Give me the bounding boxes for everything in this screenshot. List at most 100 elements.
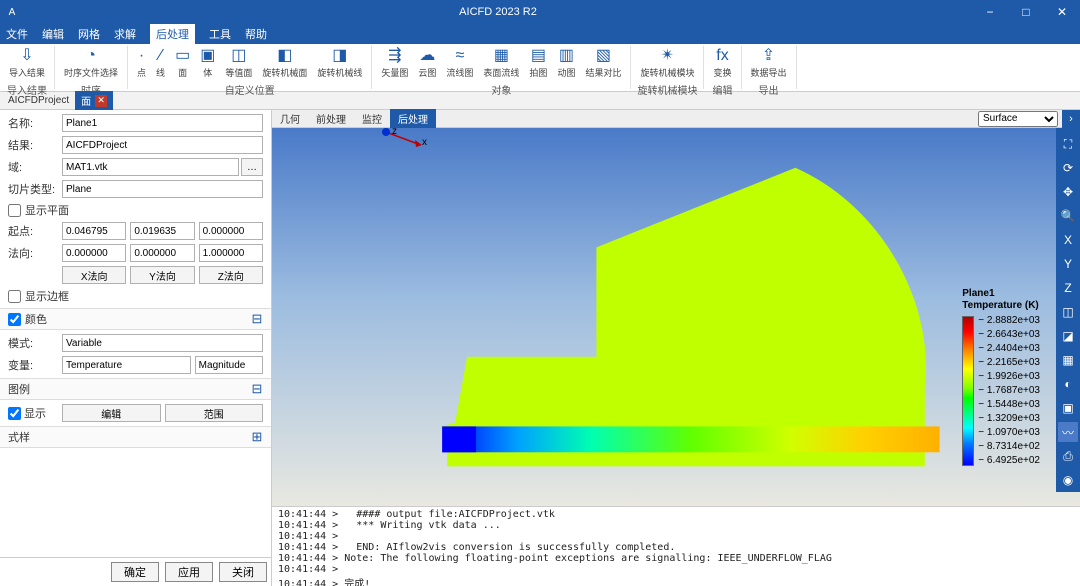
- screenshot-icon[interactable]: ⎙: [1058, 446, 1078, 466]
- pan-icon[interactable]: ✥: [1058, 182, 1078, 202]
- collapse-icon[interactable]: ⊟: [249, 311, 265, 327]
- console[interactable]: 10:41:44 > #### output file:AICFDProject…: [272, 506, 1080, 586]
- name-input[interactable]: [62, 114, 263, 132]
- legend-tick: − 1.9926e+03: [978, 372, 1040, 382]
- color-section-label: 颜色: [25, 311, 249, 327]
- hide-sidebar-button[interactable]: ›: [1062, 110, 1080, 128]
- variable-label: 变量:: [8, 357, 62, 373]
- fit-view-icon[interactable]: ⛶: [1058, 134, 1078, 154]
- menu-file[interactable]: 文件: [6, 26, 28, 42]
- slicetype-input[interactable]: [62, 180, 263, 198]
- display-mode-dropdown[interactable]: Surface: [978, 111, 1058, 127]
- normal-label: 法向:: [8, 245, 62, 261]
- ribbon-动图[interactable]: ▥动图: [552, 46, 580, 81]
- ribbon-点[interactable]: ·点: [132, 46, 151, 81]
- apply-button[interactable]: 应用: [165, 562, 213, 582]
- color-section[interactable]: 颜色 ⊟: [0, 308, 271, 330]
- rotate-icon[interactable]: ⟳: [1058, 158, 1078, 178]
- ribbon-体[interactable]: ▣体: [195, 46, 220, 81]
- z-axis-button[interactable]: Z法向: [199, 266, 263, 284]
- tab-monitor[interactable]: 监控: [354, 109, 390, 128]
- ribbon-面[interactable]: ▭面: [170, 46, 195, 81]
- ribbon-表面流线[interactable]: ▦表面流线: [478, 46, 524, 81]
- ribbon-云图[interactable]: ☁云图: [413, 46, 441, 81]
- project-tab-label[interactable]: AICFDProject: [2, 93, 75, 108]
- mode-input[interactable]: [62, 334, 263, 352]
- normal-y-input[interactable]: [130, 244, 194, 262]
- origin-x-input[interactable]: [62, 222, 126, 240]
- ribbon-拍图[interactable]: ▤拍图: [524, 46, 552, 81]
- ok-button[interactable]: 确定: [111, 562, 159, 582]
- ribbon-group-label: 自定义位置: [225, 82, 275, 97]
- yview-icon[interactable]: Y: [1058, 254, 1078, 274]
- color-checkbox[interactable]: [8, 313, 21, 326]
- expand-icon[interactable]: ⊞: [249, 429, 265, 445]
- result-input[interactable]: [62, 136, 263, 154]
- menu-solve[interactable]: 求解: [114, 26, 136, 42]
- shaded-icon[interactable]: ◐: [1058, 374, 1078, 394]
- domain-input[interactable]: [62, 158, 239, 176]
- legend-section-label: 图例: [0, 381, 249, 397]
- normal-z-input[interactable]: [199, 244, 263, 262]
- y-axis-button[interactable]: Y法向: [130, 266, 194, 284]
- legend-variable: Temperature (K): [962, 300, 1040, 312]
- menu-mesh[interactable]: 网格: [78, 26, 100, 42]
- tab-preprocess[interactable]: 前处理: [308, 109, 354, 128]
- camera-icon[interactable]: ◉: [1058, 470, 1078, 490]
- zview-icon[interactable]: Z: [1058, 278, 1078, 298]
- ribbon-导入结果[interactable]: ⇩导入结果: [4, 46, 50, 81]
- zoom-icon[interactable]: 🔍: [1058, 206, 1078, 226]
- minimize-button[interactable]: −: [972, 0, 1008, 24]
- plot-icon[interactable]: 〰: [1058, 422, 1078, 442]
- viewport[interactable]: y x z Plane1 Temperature (K) − 2.8882e+0…: [272, 128, 1080, 506]
- ribbon-时序文件选择[interactable]: ◔时序文件选择: [59, 46, 123, 81]
- xview-icon[interactable]: X: [1058, 230, 1078, 250]
- domain-browse-button[interactable]: …: [241, 158, 263, 176]
- ribbon-等值面[interactable]: ◫等值面: [220, 46, 257, 81]
- maximize-button[interactable]: □: [1008, 0, 1044, 24]
- show-legend-checkbox[interactable]: [8, 407, 21, 420]
- ribbon-旋转机械模块[interactable]: ✴旋转机械模块: [635, 46, 699, 81]
- style-section[interactable]: 式样 ⊞: [0, 426, 271, 448]
- ribbon-group-label: 对象: [491, 82, 511, 97]
- x-axis-button[interactable]: X法向: [62, 266, 126, 284]
- ribbon-旋转机械面[interactable]: ◧旋转机械面: [257, 46, 312, 81]
- showplane-checkbox[interactable]: [8, 204, 21, 217]
- close-panel-button[interactable]: 关闭: [219, 562, 267, 582]
- tab-geometry[interactable]: 几何: [272, 109, 308, 128]
- ribbon-变换[interactable]: fx变换: [708, 46, 736, 81]
- perspective-icon[interactable]: ◪: [1058, 326, 1078, 346]
- menu-postprocess[interactable]: 后处理: [150, 24, 195, 44]
- menu-help[interactable]: 帮助: [245, 26, 267, 42]
- project-subtab[interactable]: 面 ✕: [75, 91, 113, 110]
- side-toolbar: ⛶ ⟳ ✥ 🔍 X Y Z ◫ ◪ ▦ ◐ ▣ 〰 ⎙ ◉: [1056, 128, 1080, 492]
- legend-section[interactable]: 图例 ⊟: [0, 378, 271, 400]
- ribbon-流线图[interactable]: ≈流线图: [441, 46, 478, 81]
- collapse-icon[interactable]: ⊟: [249, 381, 265, 397]
- tab-postprocess[interactable]: 后处理: [390, 109, 436, 128]
- range-legend-button[interactable]: 范围: [165, 404, 264, 422]
- showedge-checkbox[interactable]: [8, 290, 21, 303]
- ribbon-旋转机械线[interactable]: ◨旋转机械线: [312, 46, 367, 81]
- ribbon-结果对比[interactable]: ▧结果对比: [580, 46, 626, 81]
- ribbon-数据导出[interactable]: ⇪数据导出: [746, 46, 792, 81]
- magnitude-input[interactable]: [195, 356, 263, 374]
- close-button[interactable]: ✕: [1044, 0, 1080, 24]
- origin-y-input[interactable]: [130, 222, 194, 240]
- normal-x-input[interactable]: [62, 244, 126, 262]
- view-tabs: 几何 前处理 监控 后处理 Surface ›: [272, 110, 1080, 128]
- menu-edit[interactable]: 编辑: [42, 26, 64, 42]
- close-subtab-icon[interactable]: ✕: [95, 95, 107, 107]
- properties-panel: 名称: 结果: 域:… 切片类型: 显示平面 起点: 法向: X法向 Y法向 Z…: [0, 110, 272, 586]
- app-title: AICFD 2023 R2: [24, 6, 972, 18]
- background-icon[interactable]: ▣: [1058, 398, 1078, 418]
- menu-tools[interactable]: 工具: [209, 26, 231, 42]
- ribbon-矢量图[interactable]: ⇶矢量图: [376, 46, 413, 81]
- wireframe-icon[interactable]: ▦: [1058, 350, 1078, 370]
- ribbon-线[interactable]: ⁄线: [151, 46, 170, 81]
- edit-legend-button[interactable]: 编辑: [62, 404, 161, 422]
- variable-input[interactable]: [62, 356, 191, 374]
- origin-z-input[interactable]: [199, 222, 263, 240]
- ribbon-group-label: 导出: [759, 82, 779, 97]
- isoview-icon[interactable]: ◫: [1058, 302, 1078, 322]
